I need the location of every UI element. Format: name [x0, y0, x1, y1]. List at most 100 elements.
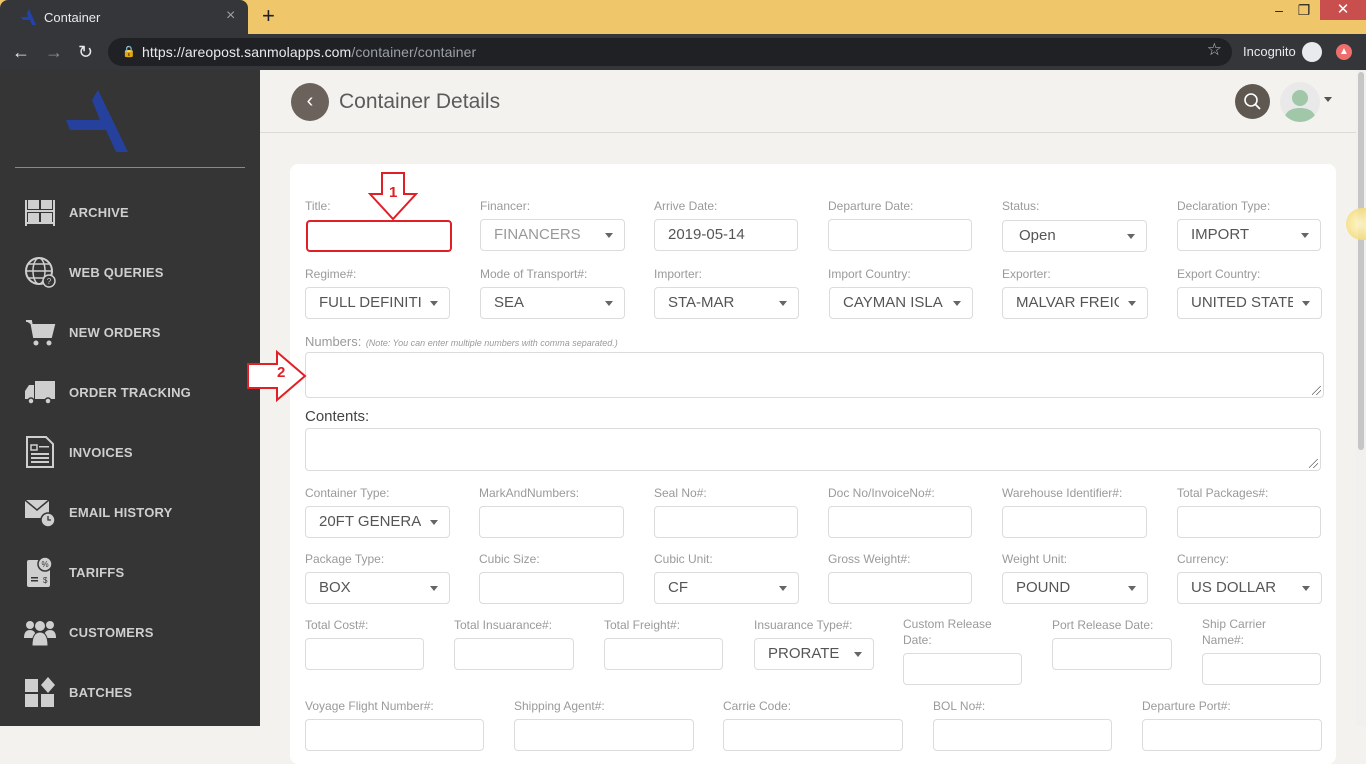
- sidebar-item-batches[interactable]: BATCHES: [0, 672, 260, 712]
- sidebar-item-web-queries[interactable]: ? WEB QUERIES: [0, 252, 260, 292]
- currency-select[interactable]: US DOLLAR: [1177, 572, 1322, 604]
- tariff-icon: %$: [27, 556, 53, 587]
- sidebar-item-customers[interactable]: CUSTOMERS: [0, 612, 260, 652]
- sidebar-item-label: ORDER TRACKING: [69, 385, 191, 400]
- status-select[interactable]: Open: [1002, 220, 1147, 252]
- cubic-unit-select[interactable]: CF: [654, 572, 799, 604]
- back-arrow-icon[interactable]: ←: [12, 42, 30, 63]
- mode-of-transport-select[interactable]: SEA: [480, 287, 625, 319]
- user-avatar[interactable]: [1280, 82, 1320, 122]
- user-icon: [1284, 90, 1316, 122]
- archive-shelf-icon: [25, 200, 55, 226]
- resize-grip-icon[interactable]: [1309, 459, 1318, 468]
- url-path: /container/container: [351, 44, 477, 60]
- new-tab-button[interactable]: +: [262, 3, 275, 29]
- total-packages-input[interactable]: [1177, 506, 1321, 538]
- title-label: Title:: [305, 199, 331, 213]
- cubic-unit-label: Cubic Unit:: [654, 552, 713, 566]
- mode-of-transport-label: Mode of Transport#:: [480, 267, 588, 281]
- total-freight-input[interactable]: [604, 638, 723, 670]
- custom-release-date-input[interactable]: [903, 653, 1022, 685]
- sidebar-item-label: ARCHIVE: [69, 205, 129, 220]
- site-logo-icon: [21, 9, 36, 25]
- truck-icon: [25, 381, 55, 405]
- doc-invoice-no-input[interactable]: [828, 506, 972, 538]
- address-bar: ← → ↻ 🔒 https://areopost.sanmolapps.com/…: [0, 34, 1366, 70]
- departure-port-input[interactable]: [1142, 719, 1322, 751]
- sidebar-item-label: BATCHES: [69, 685, 133, 700]
- browser-tab[interactable]: Container ×: [0, 0, 248, 34]
- cubic-size-input[interactable]: [479, 572, 624, 604]
- sidebar-item-archive[interactable]: ARCHIVE: [0, 192, 260, 232]
- incognito-icon: [1302, 42, 1322, 62]
- total-insurance-input[interactable]: [454, 638, 574, 670]
- mail-clock-icon: [24, 499, 56, 528]
- total-cost-input[interactable]: [305, 638, 424, 670]
- port-release-date-input[interactable]: [1052, 638, 1172, 670]
- title-input[interactable]: [306, 220, 452, 252]
- numbers-note: (Note: You can enter multiple numbers wi…: [365, 338, 618, 348]
- search-icon: [1244, 93, 1261, 110]
- sidebar-item-invoices[interactable]: INVOICES: [0, 432, 260, 472]
- carrie-code-input[interactable]: [723, 719, 903, 751]
- import-country-select[interactable]: CAYMAN ISLANDS: [829, 287, 973, 319]
- voyage-flight-number-input[interactable]: [305, 719, 484, 751]
- bookmark-star-icon[interactable]: ☆: [1207, 40, 1222, 60]
- update-icon[interactable]: ▲: [1336, 44, 1352, 60]
- sidebar-item-label: INVOICES: [69, 445, 133, 460]
- resize-grip-icon[interactable]: [1312, 386, 1321, 395]
- user-menu-caret-icon[interactable]: [1324, 97, 1332, 102]
- seal-no-input[interactable]: [654, 506, 798, 538]
- reload-icon[interactable]: ↻: [78, 42, 93, 63]
- total-insurance-label: Total Insuarance#:: [454, 618, 553, 632]
- custom-release-date-label: Custom Release Date:: [903, 617, 992, 647]
- contents-label: Contents:: [305, 408, 370, 425]
- declaration-type-label: Declaration Type:: [1177, 199, 1271, 213]
- cart-icon: [26, 320, 56, 346]
- warehouse-identifier-input[interactable]: [1002, 506, 1147, 538]
- bol-no-input[interactable]: [933, 719, 1112, 751]
- mark-and-numbers-input[interactable]: [479, 506, 624, 538]
- container-type-label: Container Type:: [305, 486, 390, 500]
- sidebar-item-label: CUSTOMERS: [69, 625, 154, 640]
- regime-select[interactable]: FULL DEFINITIVE: [305, 287, 450, 319]
- insurance-type-select[interactable]: PRORATE: [754, 638, 874, 670]
- users-icon: [24, 621, 56, 647]
- globe-question-icon: ?: [25, 257, 56, 288]
- importer-select[interactable]: STA-MAR: [654, 287, 799, 319]
- arrive-date-input[interactable]: 2019-05-14: [654, 219, 798, 251]
- sidebar-divider: [15, 167, 245, 168]
- contents-textarea[interactable]: [305, 428, 1321, 471]
- sidebar-item-order-tracking[interactable]: ORDER TRACKING: [0, 372, 260, 412]
- ship-carrier-name-input[interactable]: [1202, 653, 1321, 685]
- declaration-type-select[interactable]: IMPORT: [1177, 219, 1321, 251]
- annotation-marker-1: 1: [389, 184, 398, 201]
- exporter-select[interactable]: MALVAR FREIGHT: [1002, 287, 1148, 319]
- export-country-select[interactable]: UNITED STATES: [1177, 287, 1322, 319]
- package-type-select[interactable]: BOX: [305, 572, 450, 604]
- gross-weight-input[interactable]: [828, 572, 972, 604]
- sidebar-item-email-history[interactable]: EMAIL HISTORY: [0, 492, 260, 532]
- scrollbar-thumb[interactable]: [1358, 72, 1364, 450]
- close-tab-icon[interactable]: ×: [226, 7, 235, 25]
- container-details-form: Title: Financer: FINANCERS Arrive Date: …: [290, 164, 1336, 764]
- numbers-label: Numbers:: [305, 334, 362, 349]
- url-field[interactable]: 🔒 https://areopost.sanmolapps.com/contai…: [108, 38, 1232, 66]
- blocks-icon: [25, 677, 55, 707]
- maximize-button[interactable]: ❐: [1289, 0, 1319, 22]
- search-button[interactable]: [1235, 84, 1270, 119]
- shipping-agent-input[interactable]: [514, 719, 694, 751]
- port-release-date-label: Port Release Date:: [1052, 618, 1154, 632]
- currency-label: Currency:: [1177, 552, 1230, 566]
- window-close-button[interactable]: ✕: [1320, 0, 1366, 20]
- financer-select[interactable]: FINANCERS: [480, 219, 625, 251]
- numbers-textarea[interactable]: [305, 352, 1324, 398]
- container-type-select[interactable]: 20FT GENERAL: [305, 506, 450, 538]
- weight-unit-select[interactable]: POUND: [1002, 572, 1148, 604]
- back-button[interactable]: ‹: [291, 83, 329, 121]
- sidebar: ARCHIVE ? WEB QUERIES NEW ORDERS ORDER T…: [0, 70, 260, 726]
- departure-date-input[interactable]: [828, 219, 972, 251]
- sidebar-item-new-orders[interactable]: NEW ORDERS: [0, 312, 260, 352]
- forward-arrow-icon[interactable]: →: [45, 42, 63, 63]
- sidebar-item-tariffs[interactable]: % $ TARIFFS: [0, 552, 260, 592]
